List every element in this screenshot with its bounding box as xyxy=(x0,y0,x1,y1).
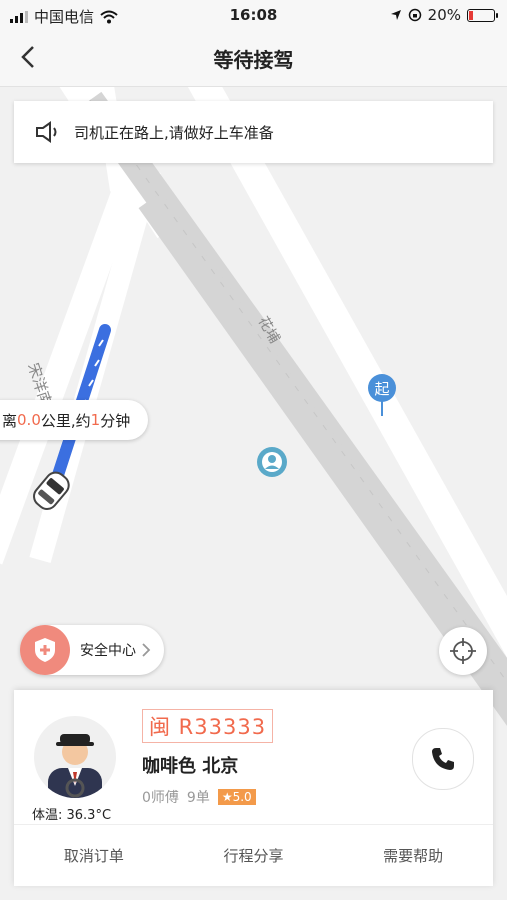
driver-rating: ★5.0 xyxy=(217,789,256,805)
share-trip-button[interactable]: 行程分享 xyxy=(174,825,334,887)
start-marker-label: 起 xyxy=(374,380,389,398)
action-bar: 取消订单 行程分享 需要帮助 xyxy=(14,824,493,887)
notice-text: 司机正在路上,请做好上车准备 xyxy=(74,123,274,142)
eta-minutes: 1 xyxy=(90,411,101,429)
status-bar: 中国电信 16:08 20% xyxy=(0,0,507,30)
battery-icon xyxy=(467,8,498,22)
license-plate: 闽 R33333 xyxy=(142,709,274,743)
cancel-order-button[interactable]: 取消订单 xyxy=(14,825,174,887)
eta-prefix: 离 xyxy=(2,411,18,430)
eta-suffix: 分钟 xyxy=(100,411,131,430)
driver-orders: 9单 xyxy=(186,790,210,806)
locate-button[interactable] xyxy=(439,627,487,675)
passenger-location-icon xyxy=(257,447,287,477)
eta-mid: 公里,约 xyxy=(40,411,91,430)
speaker-icon xyxy=(36,121,57,143)
car-description: 咖啡色 北京 xyxy=(142,756,239,777)
safety-center-button[interactable]: 安全中心 xyxy=(20,625,164,675)
shield-plus-icon xyxy=(20,625,70,675)
crosshair-icon xyxy=(450,638,476,664)
rating-value: 5.0 xyxy=(232,790,252,804)
star-icon: ★ xyxy=(221,790,233,804)
driver-avatar xyxy=(34,716,116,798)
notice-banner: 司机正在路上,请做好上车准备 xyxy=(14,101,493,163)
chevron-right-icon xyxy=(142,643,151,657)
battery-percent: 20% xyxy=(427,6,461,24)
driver-temperature: 体温: 36.3°C xyxy=(32,808,112,823)
safety-center-label: 安全中心 xyxy=(80,643,136,659)
driver-meta: 0师傅 9单 ★5.0 xyxy=(142,787,256,807)
driver-card: 体温: 36.3°C 闽 R33333 咖啡色 北京 0师傅 9单 ★5.0 取… xyxy=(14,690,493,886)
eta-bubble: 离 0.0 公里,约 1 分钟 xyxy=(0,400,149,440)
eta-distance: 0.0 xyxy=(17,411,41,429)
phone-icon xyxy=(432,748,454,770)
need-help-button[interactable]: 需要帮助 xyxy=(333,825,493,887)
call-driver-button[interactable] xyxy=(412,728,474,790)
driver-name: 0师傅 xyxy=(142,790,179,806)
orientation-lock-icon xyxy=(408,8,421,22)
page-title: 等待接驾 xyxy=(213,48,294,72)
location-arrow-icon xyxy=(390,10,401,20)
nav-bar: 等待接驾 xyxy=(0,30,507,87)
